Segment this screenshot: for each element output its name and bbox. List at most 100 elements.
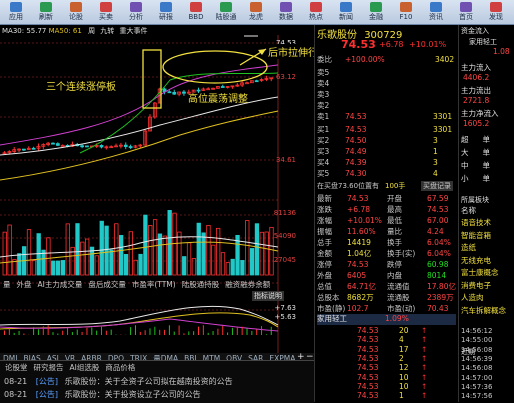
stat-row: 涨幅 +10.01% 最低 67.00 — [317, 216, 456, 226]
concept-item[interactable]: 语音技术 — [461, 218, 491, 228]
news-tag: [公告] — [35, 377, 59, 386]
order-book-row: 卖3 — [317, 90, 456, 100]
vol-tab-pe[interactable]: 市盈率(TTM) — [129, 279, 179, 290]
vol-tab-afterhours[interactable]: 盘后成交量 — [85, 279, 129, 290]
bid-note-vol: 100手 — [385, 182, 406, 190]
toolbar-button[interactable]: 热点 — [302, 1, 330, 23]
limit-ratio-row: 委比 +100.00% 3402 — [317, 55, 455, 64]
order-size-r: 单 — [482, 174, 491, 183]
candle-body — [128, 146, 133, 148]
concept-item[interactable]: 富士康概念 — [461, 268, 499, 278]
toolbar-button[interactable]: 龙虎 — [242, 1, 270, 23]
toolbar-label: 发现 — [489, 13, 503, 21]
stat-row: 总手 14419 换手 6.04% — [317, 238, 456, 248]
concept-item[interactable]: 汽车拆解概念 — [461, 306, 506, 316]
toolbar-button[interactable]: 论股 — [62, 1, 90, 23]
concept-item[interactable]: 无线充电 — [461, 256, 491, 266]
volume-bar — [46, 237, 51, 276]
toolbar-button[interactable]: 刷新 — [32, 1, 60, 23]
vol-tab-margin[interactable]: 融资融券余额 — [222, 279, 273, 290]
toolbar-button[interactable]: 发现 — [482, 1, 510, 23]
toolbar-button[interactable]: 新闻 — [332, 1, 360, 23]
volume-bar — [2, 231, 7, 276]
toolbar-button[interactable]: 数据 — [272, 1, 300, 23]
order-size-r: 单 — [482, 161, 491, 170]
toolbar-button[interactable]: 应用 — [2, 1, 30, 23]
tag-events[interactable]: 重大事件 — [120, 27, 148, 35]
concept-item[interactable]: 人造肉 — [461, 293, 484, 303]
order-size-r: 单 — [482, 148, 491, 157]
toolbar-icon — [220, 2, 232, 12]
toolbar-button[interactable]: 资讯 — [422, 1, 450, 23]
toolbar-icon — [280, 2, 292, 12]
tag-nine[interactable]: 九转 — [100, 27, 114, 35]
sector-row[interactable]: 家用轻工 1.09% — [317, 314, 456, 325]
toolbar-icon — [10, 2, 22, 12]
kline-chart[interactable]: MA30: 55.77 MA50: 61 周 九转 重大事件 74.53 63.… — [0, 25, 328, 374]
volume-bar — [269, 226, 274, 276]
order-book-label: 卖4 — [317, 79, 330, 88]
toolbar-button[interactable]: 金融 — [362, 1, 390, 23]
toolbar-button[interactable]: 研报 — [152, 1, 180, 23]
ma-header: MA30: 55.77 MA50: 61 周 九转 重大事件 — [2, 26, 148, 36]
news-item[interactable]: 08-21 [公告] 乐歌股份：关于全资子公司拟在越南投资的公告 — [4, 376, 233, 387]
concept-item[interactable]: 消费电子 — [461, 281, 491, 291]
volume-bar — [41, 249, 46, 276]
tag-week[interactable]: 周 — [88, 27, 95, 35]
tick-arrow-icon: ↑ — [421, 391, 428, 401]
concept-item[interactable]: 造纸 — [461, 243, 476, 253]
bid-record-button[interactable]: 买盘记录 — [421, 181, 453, 191]
stat-label: 涨幅 — [317, 216, 332, 225]
toolbar-button[interactable]: F10 — [392, 1, 420, 23]
volume-tabs: 量外盘 AI主力成交量 盘后成交量 市盈率(TTM) 陆股通持股 融资融券余额 — [0, 279, 273, 290]
stat-value: 74.53 — [347, 194, 369, 203]
stat-label: 流通股 — [387, 293, 410, 302]
indicator-help-button[interactable]: 指标说明 — [252, 291, 284, 301]
stat-label: 换手(实) — [387, 249, 416, 258]
stat-value: 8014 — [427, 271, 447, 280]
news-tab-ai[interactable]: AI组选股 — [67, 362, 103, 373]
sector-header: 家用轻工 — [469, 37, 497, 47]
order-book-row: 买2 74.50 3 — [317, 136, 456, 146]
limit-ratio: +100.00% — [345, 55, 385, 64]
stat-value: 74.53 — [427, 205, 449, 214]
news-tab-forum[interactable]: 论股堂 — [2, 362, 31, 373]
toolbar-icon — [430, 2, 442, 12]
toolbar-button[interactable]: BBD — [182, 1, 210, 23]
vol-tab-hk[interactable]: 陆股通持股 — [179, 279, 223, 290]
news-item[interactable]: 08-21 [公告] 乐歌股份：关于投资设立子公司的公告 — [4, 389, 201, 400]
toolbar-label: 分析 — [129, 13, 143, 21]
volume-bar — [75, 223, 80, 276]
fund-flow-value: 2721.8 — [463, 96, 490, 105]
vol-tab-ai[interactable]: AI主力成交量 — [35, 279, 86, 290]
toolbar-button[interactable]: 陆股通 — [212, 1, 240, 23]
vol-tab-outer[interactable]: 外盘 — [14, 279, 35, 290]
volume-bar — [123, 253, 129, 276]
toolbar-button[interactable]: 买卖 — [92, 1, 120, 23]
side-panel: 资金流入 家用轻工 1.08 所属板块 名称 近期 主力流入 4406.2 主力流出… — [458, 25, 514, 402]
toolbar-label: 金融 — [369, 13, 383, 21]
order-size-l: 超 — [461, 135, 469, 144]
order-book-row: 卖1 74.53 3301 — [317, 112, 456, 122]
stat-label: 换手 — [387, 238, 402, 247]
news-title[interactable]: 乐歌股份：关于全资子公司拟在越南投资的公告 — [65, 377, 233, 386]
vol-tab-volume[interactable]: 量 — [0, 279, 14, 290]
news-tab-commodity[interactable]: 商品价格 — [102, 362, 138, 373]
annotation-limit-up: 三个连续涨停板 — [46, 82, 116, 93]
volume-bar — [240, 260, 245, 276]
toolbar-button[interactable]: 首页 — [452, 1, 480, 23]
news-panel: 论股堂 研究报告 AI组选股 商品价格 08-21 [公告] 乐歌股份：关于全资子公司… — [0, 360, 314, 403]
toolbar-button[interactable]: 分析 — [122, 1, 150, 23]
order-book-label: 买5 — [317, 169, 330, 178]
toolbar-label: 热点 — [309, 13, 323, 21]
toolbar-icon — [130, 2, 142, 12]
candle-body — [80, 145, 84, 148]
news-tab-reports[interactable]: 研究报告 — [31, 362, 67, 373]
macd-tick-mid: +5.63 — [274, 313, 296, 321]
candle-body — [85, 145, 89, 148]
concept-item[interactable]: 智能音箱 — [461, 231, 491, 241]
news-title[interactable]: 乐歌股份：关于投资设立子公司的公告 — [65, 390, 201, 399]
toolbar-icon — [310, 2, 322, 12]
order-book-label: 买2 — [317, 136, 330, 145]
order-size-l: 中 — [461, 161, 469, 170]
